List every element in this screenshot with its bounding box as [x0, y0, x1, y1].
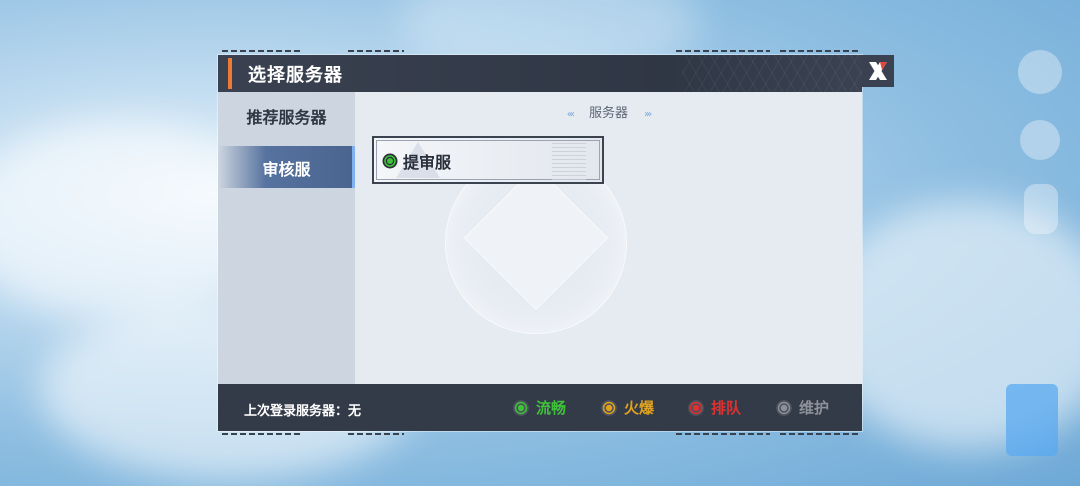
legend-label: 排队	[711, 399, 742, 417]
server-header-label: 服务器	[588, 106, 628, 121]
legend-hot: 火爆	[600, 397, 654, 418]
legend-maintenance: 维护	[775, 397, 829, 418]
side-panel-button[interactable]	[1006, 384, 1058, 456]
header-accent-bar	[228, 58, 232, 89]
legend-label: 流畅	[536, 399, 567, 417]
server-card-stripes	[552, 140, 586, 180]
server-list-area: «‹ 服务器 ›» 提审服	[355, 92, 862, 384]
sidebar-item-audit[interactable]: 审核服	[218, 146, 355, 188]
status-smooth-icon	[382, 153, 398, 169]
frame-deco-top-right	[676, 50, 770, 52]
legend-label: 火爆	[624, 399, 655, 417]
close-x-icon	[869, 62, 887, 80]
dialog-footer: 上次登录服务器：无 流畅 火爆 排队 维护	[218, 384, 862, 431]
frame-deco-top-left	[222, 50, 300, 52]
sidebar-item-recommended[interactable]: 推荐服务器	[218, 104, 355, 128]
status-smooth-icon	[513, 399, 529, 416]
close-button[interactable]	[862, 55, 894, 87]
frame-deco-bottom-left	[222, 433, 300, 435]
legend-queue: 排队	[687, 397, 741, 418]
server-category-sidebar: 推荐服务器 审核服	[218, 92, 355, 384]
header-hex-pattern	[682, 55, 862, 92]
dialog-title: 选择服务器	[248, 65, 343, 86]
dialog-header: 选择服务器	[218, 55, 862, 92]
frame-deco-bottom-mid	[348, 433, 404, 435]
status-queue-icon	[688, 399, 704, 416]
frame-deco-bottom-right	[676, 433, 770, 435]
last-login-value: 无	[348, 404, 362, 419]
last-login-info: 上次登录服务器：无	[244, 400, 361, 419]
right-arrows-icon: ›»	[644, 109, 652, 120]
left-arrows-icon: «‹	[566, 109, 575, 120]
status-hot-icon	[601, 399, 617, 416]
last-login-label: 上次登录服务器：	[244, 404, 349, 419]
server-name: 提审服	[403, 153, 452, 172]
server-select-dialog: 选择服务器 推荐服务器 审核服 «‹ 服务器 ›» 提审服 上次登录服务器：无 …	[218, 55, 862, 431]
frame-deco-top-far-right	[780, 50, 860, 52]
server-list-header: «‹ 服务器 ›»	[355, 102, 862, 122]
sidebar-item-label: 审核服	[262, 160, 311, 179]
server-card[interactable]: 提审服	[372, 136, 604, 184]
legend-smooth: 流畅	[512, 397, 566, 418]
legend-label: 维护	[799, 399, 830, 417]
frame-deco-top-mid	[348, 50, 404, 52]
status-maintenance-icon	[776, 399, 792, 416]
frame-deco-bottom-far-right	[780, 433, 860, 435]
